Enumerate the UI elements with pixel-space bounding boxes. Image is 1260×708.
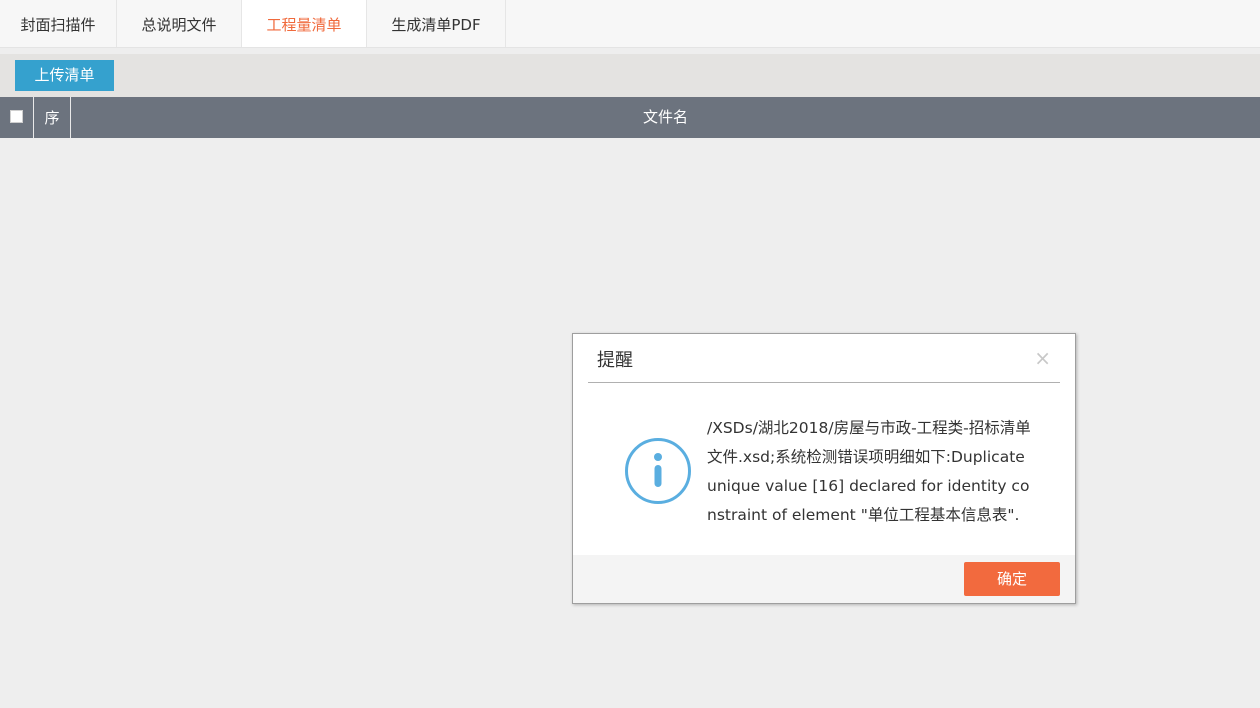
- column-header-filename[interactable]: 文件名: [71, 97, 1260, 138]
- tab-generate-pdf[interactable]: 生成清单PDF: [367, 0, 506, 47]
- dialog-divider: [588, 382, 1060, 383]
- dialog-title: 提醒: [597, 350, 633, 371]
- dialog-message: /XSDs/湖北2018/房屋与市政-工程类-招标清单文件.xsd;系统检测错误…: [707, 419, 1031, 524]
- upload-list-button[interactable]: 上传清单: [15, 60, 114, 91]
- tab-general-description[interactable]: 总说明文件: [117, 0, 242, 47]
- toolbar: 上传清单: [0, 54, 1260, 97]
- grid-header: 序 文件名: [0, 97, 1260, 138]
- info-icon: [624, 437, 692, 505]
- tab-bar: 封面扫描件 总说明文件 工程量清单 生成清单PDF: [0, 0, 1260, 48]
- column-header-seq[interactable]: 序: [34, 97, 71, 138]
- select-all-cell: [0, 97, 34, 138]
- tab-cover-scan[interactable]: 封面扫描件: [0, 0, 117, 47]
- confirm-button[interactable]: 确定: [964, 562, 1060, 596]
- close-icon[interactable]: ×: [1034, 346, 1051, 370]
- dialog-footer: 确定: [573, 555, 1075, 603]
- select-all-checkbox[interactable]: [10, 110, 23, 123]
- alert-dialog: 提醒 × /XSDs/湖北2018/房屋与市政-工程类-招标清单文件.xsd;系…: [572, 333, 1076, 604]
- tab-bill-of-quantities[interactable]: 工程量清单: [242, 0, 367, 47]
